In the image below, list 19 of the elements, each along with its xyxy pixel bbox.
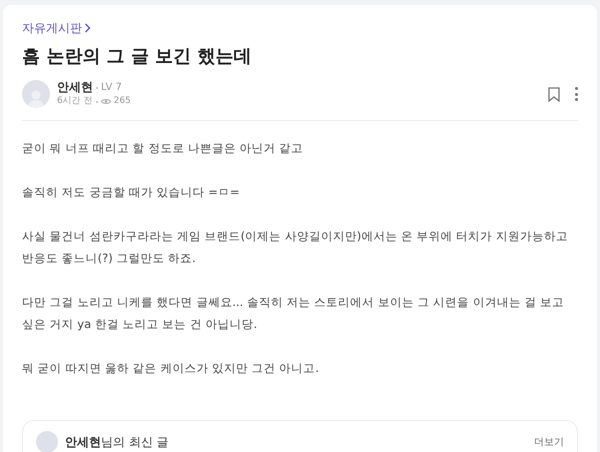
more-link[interactable]: 더보기 <box>534 434 564 450</box>
chevron-right-icon <box>84 23 91 33</box>
view-count: 265 <box>114 95 131 108</box>
bookmark-button[interactable] <box>548 86 562 102</box>
more-options-button[interactable] <box>574 87 578 101</box>
latest-posts-heading: 안세현님의 최신 글 <box>65 434 169 451</box>
eye-icon <box>100 98 111 105</box>
post-time: 6시간 전 <box>57 95 93 108</box>
post-paragraph: 다만 그걸 노리고 니케를 했다면 글쎄요... 솔직히 저는 스토리에서 보이는 그 시련을 이겨내는 걸 보고싶은 거지 ya 한걸 노리고 보는 건 아닙니당. <box>22 294 566 333</box>
post-paragraph: 굳이 뭐 너프 때리고 할 정도로 나쁜글은 아닌거 같고 <box>22 140 304 157</box>
board-link[interactable]: 자유게시판 <box>22 20 82 36</box>
author-name[interactable]: 안세현 <box>57 80 93 95</box>
post-title: 흠 논란의 그 글 보긴 했는데 <box>22 45 252 69</box>
level-label: LV 7 <box>101 81 122 95</box>
post-paragraph: 솔직히 저도 궁금할 때가 있습니다 =ㅁ= <box>22 184 241 201</box>
post-paragraph: 뭐 굳이 따지면 욿하 같은 케이스가 있지만 그건 아니고. <box>22 360 320 377</box>
post-paragraph: 사실 물건너 섬란카구라라는 게임 브랜드(이제는 사양길이지만)에서는 온 부위에 터치가 지원가능하고 반응도 좋느니(?) 그럴만도 하죠. <box>22 228 568 267</box>
avatar <box>36 431 58 452</box>
avatar <box>22 80 50 108</box>
